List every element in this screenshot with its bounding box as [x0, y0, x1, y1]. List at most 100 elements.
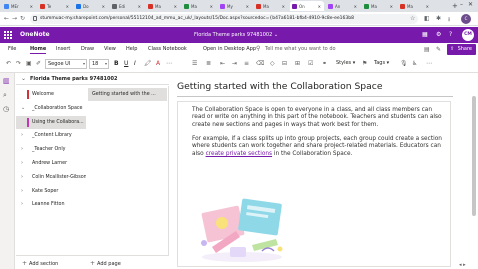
app-name[interactable]: OneNote	[20, 31, 50, 38]
recent-icon[interactable]: ◷	[3, 105, 9, 113]
scrollbar-thumb[interactable]	[472, 96, 476, 216]
tab-home[interactable]: Home	[30, 46, 47, 54]
link-icon[interactable]: ⚭	[322, 60, 327, 67]
section-chevron-icon[interactable]: ›	[21, 160, 23, 166]
section-item[interactable]: › Andrew Larner	[16, 157, 86, 170]
accessibility-icon[interactable]: ♿	[412, 60, 417, 67]
undo-icon[interactable]: ↶	[6, 60, 11, 67]
puzzle-icon[interactable]: ✱	[436, 15, 441, 22]
section-chevron-icon[interactable]: ›	[21, 201, 23, 207]
section-item[interactable]: › Kate Soper	[16, 185, 86, 198]
notebook-chevron-icon[interactable]: ⌄	[21, 75, 26, 82]
bullets-icon[interactable]: ☰	[192, 60, 197, 67]
tab-file[interactable]: File	[8, 46, 16, 52]
browser-tab[interactable]: Ma ✕	[254, 1, 288, 11]
notebooks-icon[interactable]: ▥	[3, 77, 10, 85]
indent-icon[interactable]: ⇥	[232, 60, 237, 67]
section-item[interactable]: › Leanne Fitton	[16, 198, 86, 211]
section-item[interactable]: ⌄ _Collaboration Space	[16, 102, 86, 115]
scroll-arrows-icon[interactable]: ◂ ▸	[459, 262, 466, 268]
create-private-sections-link[interactable]: create private sections	[206, 151, 272, 157]
underline-button[interactable]: U	[124, 60, 128, 67]
browser-tab[interactable]: MEr ✕	[2, 1, 36, 11]
italic-button[interactable]: I	[134, 60, 136, 67]
apps-grid-icon[interactable]: ▦	[422, 31, 428, 38]
clear-format-icon[interactable]: ⌫	[256, 60, 264, 67]
tab-draw[interactable]: Draw	[81, 46, 94, 52]
section-chevron-icon[interactable]: ›	[21, 146, 23, 152]
paragraph-intro[interactable]: The Collaboration Space is open to every…	[192, 107, 442, 129]
content-box[interactable]: The Collaboration Space is open to every…	[177, 101, 451, 267]
section-item[interactable]: › Colin Mcallister-Gibson	[16, 171, 87, 184]
tab-close-icon[interactable]: ✕	[246, 4, 249, 9]
open-in-desktop-app-button[interactable]: Open in Desktop App	[203, 46, 256, 52]
tab-close-icon[interactable]: ✕	[174, 4, 177, 9]
section-item[interactable]: Using the Collabora...	[16, 115, 86, 129]
help-icon[interactable]: ?	[449, 31, 452, 38]
browser-tab[interactable]: Te ✕	[38, 1, 72, 11]
tab-help[interactable]: Help	[126, 46, 137, 52]
section-item[interactable]: › _Content Library	[16, 129, 86, 142]
app-launcher-icon[interactable]	[4, 31, 12, 39]
settings-gear-icon[interactable]: ⚙	[436, 31, 441, 38]
more-toolbar-icon[interactable]: ⋯	[426, 60, 432, 67]
format-painter-icon[interactable]: ✐	[36, 60, 41, 67]
tab-close-icon[interactable]: ✕	[282, 4, 285, 9]
vertical-scrollbar[interactable]	[472, 76, 476, 266]
tab-close-icon[interactable]: ✕	[390, 4, 393, 9]
bookmark-star-icon[interactable]: ☆	[410, 15, 415, 22]
tab-view[interactable]: View	[104, 46, 116, 52]
section-item[interactable]: Welcome	[16, 88, 86, 101]
tags-button[interactable]: Tags ▾	[374, 60, 389, 66]
more-options-icon[interactable]: ⋯	[166, 60, 172, 67]
download-icon[interactable]: ⭳	[448, 15, 450, 25]
browser-tab[interactable]: Ma ✕	[182, 1, 216, 11]
redo-icon[interactable]: ↷	[16, 60, 21, 67]
add-page-button[interactable]: + Add page	[90, 260, 121, 267]
bold-button[interactable]: B	[114, 60, 119, 67]
tab-close-icon[interactable]: ✕	[426, 4, 429, 9]
new-tab-button[interactable]: +	[452, 2, 458, 10]
paragraph-example[interactable]: For example, if a class splits up into g…	[192, 136, 442, 158]
font-size-select[interactable]: 18 ▾	[89, 59, 109, 69]
tab-close-icon[interactable]: ✕	[138, 4, 141, 9]
tab-close-icon[interactable]: ✕	[102, 4, 105, 9]
page-canvas[interactable]: Getting started with the Collaboration S…	[170, 73, 478, 269]
add-section-button[interactable]: + Add section	[22, 260, 58, 267]
page-title[interactable]: Getting started with the Collaboration S…	[177, 81, 382, 92]
tab-class-notebook[interactable]: Class Notebook	[148, 46, 187, 52]
tab-close-icon[interactable]: ✕	[318, 4, 321, 9]
outdent-icon[interactable]: ⇤	[220, 60, 225, 67]
tab-close-icon[interactable]: ✕	[210, 4, 213, 9]
extension-icon[interactable]: ◧	[424, 15, 430, 22]
page-item[interactable]: Getting started with the ...	[88, 88, 167, 101]
section-item[interactable]: › _Teacher Only	[16, 143, 86, 156]
tab-insert[interactable]: Insert	[56, 46, 70, 52]
reload-icon[interactable]: ↻	[20, 15, 25, 22]
immersive-reader-icon[interactable]: ▤	[424, 46, 430, 53]
notebook-name[interactable]: Florida Theme parks 97481002	[30, 76, 117, 82]
styles-button[interactable]: Styles ▾	[336, 60, 355, 66]
tell-me-search[interactable]: Tell me what you want to do	[265, 46, 336, 52]
section-chevron-icon[interactable]: ⌄	[21, 105, 25, 111]
checkbox-tag-icon[interactable]: ☑	[308, 60, 313, 67]
browser-tab[interactable]: Ma ✕	[362, 1, 396, 11]
user-avatar[interactable]: CM	[462, 29, 474, 41]
eraser-icon[interactable]: ◇	[270, 60, 275, 67]
numbering-icon[interactable]: ≣	[206, 60, 211, 67]
font-color-icon[interactable]: A	[156, 60, 160, 67]
section-chevron-icon[interactable]: ›	[21, 132, 23, 138]
url-field[interactable]: stummuac-my.sharepoint.com/personal/5511…	[30, 14, 418, 24]
forward-icon[interactable]: →	[12, 15, 17, 22]
tab-close-icon[interactable]: ✕	[354, 4, 357, 9]
clipboard-icon[interactable]: ▣	[26, 60, 32, 67]
browser-tab[interactable]: My ✕	[218, 1, 252, 11]
section-chevron-icon[interactable]: ›	[21, 174, 23, 180]
align-icon[interactable]: ≡	[244, 60, 249, 67]
share-button[interactable]: ⇪ Share	[447, 44, 476, 55]
minimize-icon[interactable]: –	[460, 1, 463, 8]
tab-close-icon[interactable]: ✕	[30, 4, 33, 9]
tab-close-icon[interactable]: ✕	[66, 4, 69, 9]
back-icon[interactable]: ←	[4, 15, 9, 22]
section-chevron-icon[interactable]: ›	[21, 188, 23, 194]
